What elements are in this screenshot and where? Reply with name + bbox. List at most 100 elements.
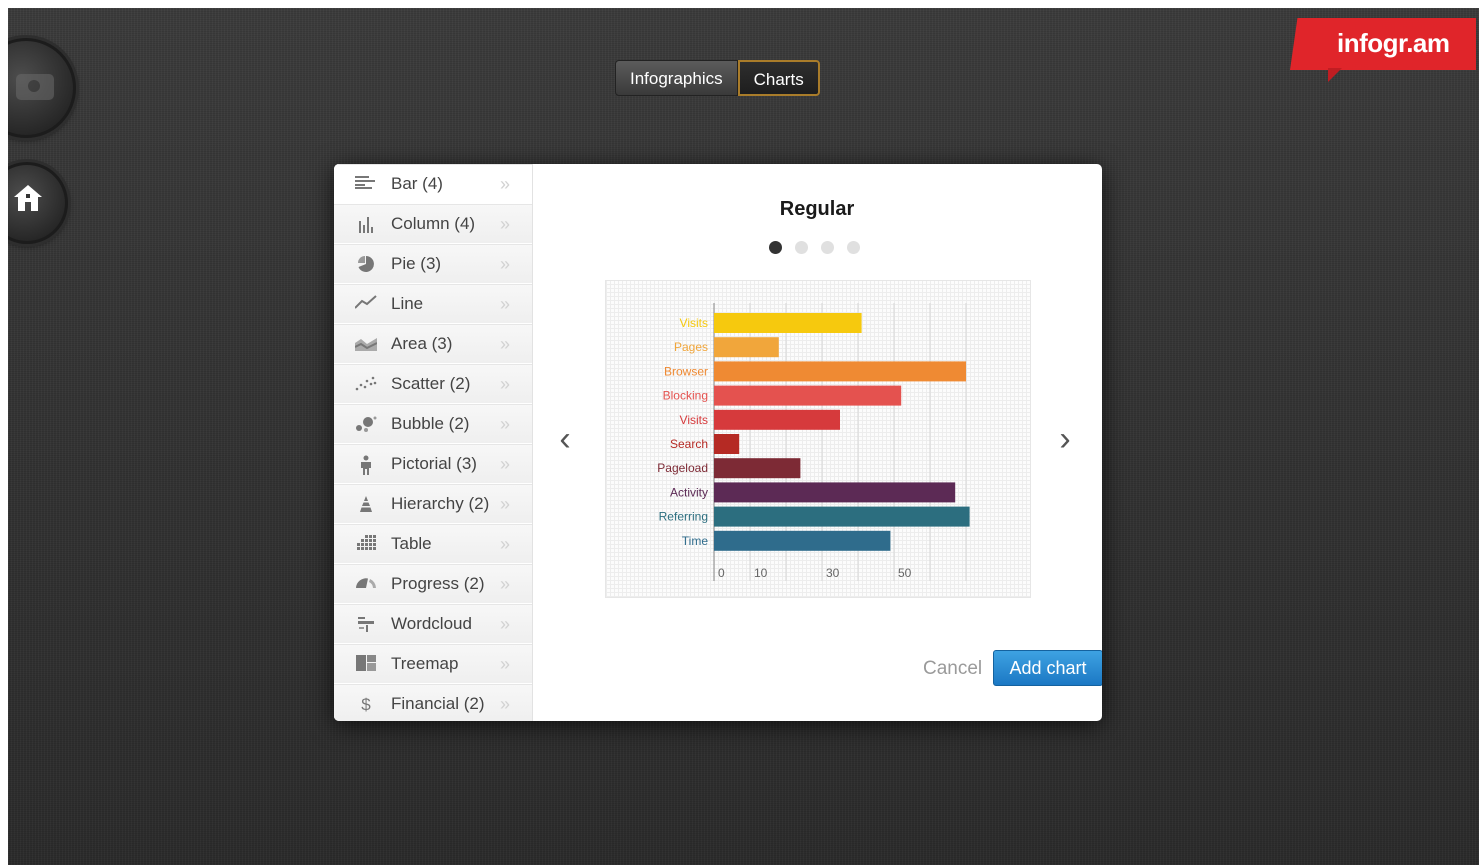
chart-type-menu: Bar (4) » Column (4) » Pie (3) » Line »	[334, 164, 533, 721]
pie-chart-icon	[354, 255, 378, 275]
pager-dot[interactable]	[795, 241, 808, 254]
menu-item-label: Area (3)	[391, 334, 453, 353]
menu-item-label: Treemap	[391, 654, 459, 673]
menu-item-label: Progress (2)	[391, 574, 485, 593]
menu-item-area[interactable]: Area (3) »	[334, 324, 532, 364]
chevron-right-icon: »	[500, 614, 511, 634]
bar	[714, 434, 740, 454]
pyramid-icon	[354, 495, 378, 515]
bar	[714, 385, 902, 406]
home-icon	[14, 185, 42, 211]
menu-item-label: Bar (4)	[391, 174, 443, 193]
menu-item-label: Financial (2)	[391, 694, 485, 713]
menu-item-pictorial[interactable]: Pictorial (3) »	[334, 444, 532, 484]
menu-item-label: Pie (3)	[391, 254, 442, 273]
bubble-chart-icon	[354, 415, 378, 435]
category-label: Search	[670, 437, 708, 451]
bar	[714, 313, 862, 333]
mode-toggle: Infographics Charts	[615, 60, 820, 96]
area-chart-icon	[354, 335, 378, 355]
x-tick-label: 0	[718, 566, 725, 580]
camera-button[interactable]	[8, 38, 76, 138]
tab-infographics[interactable]: Infographics	[615, 60, 738, 96]
menu-item-treemap[interactable]: Treemap »	[334, 644, 532, 684]
bar-chart-preview: Visits Pages Browser Blocking Visits Search Pa…	[605, 280, 1031, 598]
bar	[714, 482, 956, 503]
menu-item-column[interactable]: Column (4) »	[334, 204, 532, 244]
menu-item-label: Table	[391, 534, 432, 553]
wordcloud-icon	[354, 615, 378, 635]
menu-item-line[interactable]: Line »	[334, 284, 532, 324]
bar	[714, 506, 970, 527]
next-arrow-icon[interactable]: ›	[1050, 422, 1080, 456]
chevron-right-icon: »	[500, 654, 511, 674]
x-tick-label: 30	[826, 566, 840, 580]
category-label: Pageload	[657, 461, 708, 475]
brand-logo[interactable]: infogr.am	[1337, 28, 1450, 59]
menu-item-scatter[interactable]: Scatter (2) »	[334, 364, 532, 404]
category-label: Pages	[674, 340, 708, 354]
chevron-right-icon: »	[500, 374, 511, 394]
bar-chart: Visits Pages Browser Blocking Visits Search Pa…	[657, 303, 970, 581]
preview-pager	[769, 241, 860, 254]
category-label: Activity	[670, 485, 708, 499]
menu-item-label: Wordcloud	[391, 614, 472, 633]
previous-arrow-icon[interactable]: ‹	[550, 422, 580, 456]
menu-item-hierarchy[interactable]: Hierarchy (2) »	[334, 484, 532, 524]
bar-chart-icon	[354, 175, 378, 195]
menu-item-wordcloud[interactable]: Wordcloud »	[334, 604, 532, 644]
menu-item-pie[interactable]: Pie (3) »	[334, 244, 532, 284]
menu-item-label: Bubble (2)	[391, 414, 470, 433]
category-label: Browser	[664, 364, 708, 378]
menu-item-label: Pictorial (3)	[391, 454, 477, 473]
table-icon	[354, 535, 378, 555]
chevron-right-icon: »	[500, 214, 511, 234]
column-chart-icon	[354, 215, 378, 235]
chevron-right-icon: »	[500, 174, 511, 194]
person-icon	[354, 455, 378, 475]
chart-preview-panel: Regular ‹ › Visits Pages Browser Blocking Vi…	[532, 164, 1102, 721]
menu-item-bar[interactable]: Bar (4) »	[334, 164, 532, 204]
menu-item-financial[interactable]: $ Financial (2) »	[334, 684, 532, 721]
chevron-right-icon: »	[500, 254, 511, 274]
camera-icon	[16, 74, 54, 100]
chevron-right-icon: »	[500, 694, 511, 714]
menu-item-label: Scatter (2)	[391, 374, 471, 393]
bar	[714, 530, 891, 551]
pager-dot[interactable]	[821, 241, 834, 254]
x-tick-label: 50	[898, 566, 912, 580]
bar	[714, 409, 840, 430]
category-label: Time	[682, 534, 709, 548]
dollar-icon: $	[361, 695, 371, 714]
chevron-right-icon: »	[500, 534, 511, 554]
line-chart-icon	[354, 295, 378, 315]
category-label: Visits	[680, 413, 708, 427]
chevron-right-icon: »	[500, 414, 511, 434]
chevron-right-icon: »	[500, 454, 511, 474]
gauge-icon	[354, 575, 378, 595]
home-button[interactable]	[8, 162, 68, 244]
x-tick-label: 10	[754, 566, 768, 580]
menu-item-label: Column (4)	[391, 214, 476, 233]
brand-banner-tail	[1328, 68, 1342, 82]
category-label: Referring	[659, 510, 708, 524]
menu-item-progress[interactable]: Progress (2) »	[334, 564, 532, 604]
menu-item-label: Hierarchy (2)	[391, 494, 490, 513]
pager-dot[interactable]	[847, 241, 860, 254]
menu-item-label: Line	[391, 294, 424, 313]
menu-item-bubble[interactable]: Bubble (2) »	[334, 404, 532, 444]
tab-charts[interactable]: Charts	[737, 60, 820, 96]
menu-item-table[interactable]: Table »	[334, 524, 532, 564]
bar	[714, 458, 801, 479]
chevron-right-icon: »	[500, 334, 511, 354]
add-chart-button[interactable]: Add chart	[993, 650, 1102, 686]
chevron-right-icon: »	[500, 294, 511, 314]
cancel-button[interactable]: Cancel	[923, 658, 982, 680]
category-label: Blocking	[663, 389, 708, 403]
chevron-right-icon: »	[500, 574, 511, 594]
bar	[714, 337, 779, 358]
pager-dot[interactable]	[769, 241, 782, 254]
category-label: Visits	[680, 316, 708, 330]
preview-title: Regular	[779, 198, 855, 220]
bar	[714, 361, 966, 382]
